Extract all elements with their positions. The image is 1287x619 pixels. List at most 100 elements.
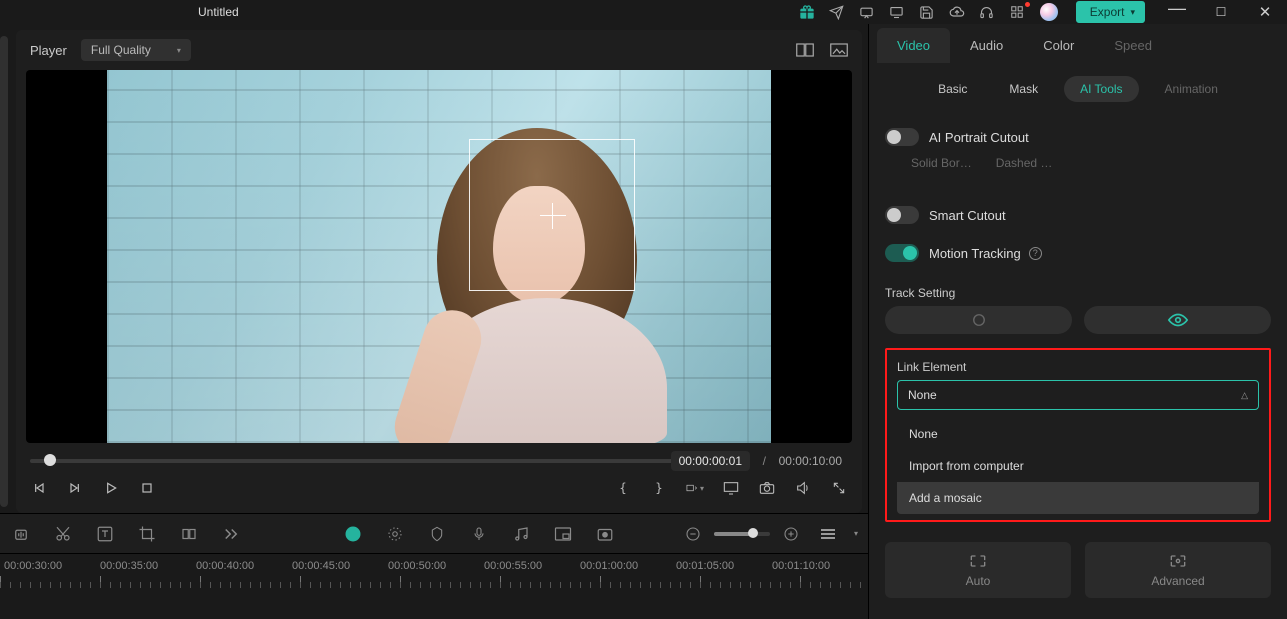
- window-controls: — ☐ ✕: [1155, 0, 1287, 24]
- player-header: Player Full Quality ▾: [16, 30, 862, 70]
- minimize-button[interactable]: —: [1155, 0, 1199, 20]
- zoom-slider[interactable]: [714, 532, 770, 536]
- inspector-tabs: Video Audio Color Speed: [869, 24, 1287, 66]
- tab-video[interactable]: Video: [877, 28, 950, 63]
- time-current[interactable]: 00:00:00:01: [671, 451, 750, 471]
- zoom-in-icon[interactable]: [780, 523, 802, 545]
- save-icon[interactable]: [912, 0, 942, 24]
- crop-icon[interactable]: [136, 523, 158, 545]
- row-smart-cutout: Smart Cutout: [885, 196, 1271, 234]
- toggle-smart-cutout[interactable]: [885, 206, 919, 224]
- pip-icon[interactable]: [552, 523, 574, 545]
- maximize-button[interactable]: ☐: [1199, 0, 1243, 24]
- display-icon[interactable]: [722, 479, 740, 497]
- chevron-down-icon[interactable]: ▾: [854, 529, 858, 538]
- play-icon[interactable]: [102, 479, 120, 497]
- effects-icon[interactable]: [384, 523, 406, 545]
- clip-mode-icon[interactable]: ▾: [686, 479, 704, 497]
- seek-bar[interactable]: 00:00:00:01 / 00:00:10:00: [30, 451, 848, 469]
- gift-icon[interactable]: [792, 0, 822, 24]
- timeline-zoom: ▾: [682, 522, 858, 546]
- message-icon[interactable]: [852, 0, 882, 24]
- option-add-mosaic[interactable]: Add a mosaic: [897, 482, 1259, 514]
- compare-grid-icon[interactable]: [796, 43, 814, 57]
- crosshair-h: [540, 215, 566, 216]
- ai-enhance-icon[interactable]: [342, 523, 364, 545]
- zoom-out-icon[interactable]: [682, 523, 704, 545]
- time-total: 00:00:10:00: [779, 454, 842, 468]
- ruler-mark: 00:01:05:00: [676, 560, 772, 572]
- ruler-mark: 00:01:10:00: [772, 560, 868, 572]
- snapshot-frame-icon[interactable]: [830, 43, 848, 57]
- ruler-mark: 00:00:50:00: [388, 560, 484, 572]
- subtab-animation[interactable]: Animation: [1149, 76, 1234, 102]
- zoom-knob[interactable]: [748, 528, 758, 538]
- record-icon[interactable]: [594, 523, 616, 545]
- cloud-icon[interactable]: [942, 0, 972, 24]
- track-list-icon[interactable]: [816, 522, 840, 546]
- text-icon[interactable]: [94, 523, 116, 545]
- apps-grid-icon[interactable]: [1002, 0, 1032, 24]
- left-gutter[interactable]: [0, 36, 8, 507]
- monitor-icon[interactable]: [882, 0, 912, 24]
- mark-in-icon[interactable]: {: [614, 479, 632, 497]
- chevron-down-icon: ▾: [177, 46, 181, 55]
- layout-icon[interactable]: [178, 523, 200, 545]
- fullscreen-icon[interactable]: [830, 479, 848, 497]
- stop-icon[interactable]: [138, 479, 156, 497]
- option-import[interactable]: Import from computer: [897, 450, 1259, 482]
- tab-audio[interactable]: Audio: [950, 28, 1023, 63]
- label-link-element: Link Element: [897, 360, 1259, 374]
- option-none[interactable]: None: [897, 418, 1259, 450]
- label-ai-portrait: AI Portrait Cutout: [929, 130, 1029, 145]
- marker-icon[interactable]: [426, 523, 448, 545]
- link-element-value: None: [908, 388, 937, 402]
- opt-dashed-border[interactable]: Dashed …: [996, 156, 1053, 170]
- subtab-basic[interactable]: Basic: [922, 76, 983, 102]
- ai-tools-body: AI Portrait Cutout Solid Bor… Dashed … S…: [869, 112, 1287, 522]
- mark-out-icon[interactable]: }: [650, 479, 668, 497]
- advanced-track-button[interactable]: Advanced: [1085, 542, 1271, 598]
- seg-eye-shape[interactable]: [1084, 306, 1271, 334]
- inspector-panel: Video Audio Color Speed Basic Mask AI To…: [868, 24, 1287, 619]
- chevron-down-icon: ▾: [1130, 7, 1135, 18]
- ruler-mark: 00:00:40:00: [196, 560, 292, 572]
- timeline-toolbar: ▾: [0, 513, 868, 553]
- headphones-icon[interactable]: [972, 0, 1002, 24]
- transport-area: 00:00:00:01 / 00:00:10:00 {: [16, 443, 862, 513]
- opt-solid-border[interactable]: Solid Bor…: [911, 156, 972, 170]
- time-separator: /: [763, 454, 766, 468]
- label-motion-tracking: Motion Tracking: [929, 246, 1021, 261]
- more-tools-icon[interactable]: [220, 523, 242, 545]
- toggle-ai-portrait[interactable]: [885, 128, 919, 146]
- cut-icon[interactable]: [52, 523, 74, 545]
- tab-color[interactable]: Color: [1023, 28, 1094, 63]
- auto-track-button[interactable]: Auto: [885, 542, 1071, 598]
- user-avatar[interactable]: [1040, 3, 1058, 21]
- subtab-ai-tools[interactable]: AI Tools: [1064, 76, 1138, 102]
- voiceover-icon[interactable]: [10, 523, 32, 545]
- camera-icon[interactable]: [758, 479, 776, 497]
- link-element-options: None Import from computer Add a mosaic: [897, 418, 1259, 514]
- preview-canvas[interactable]: [26, 70, 852, 443]
- subtab-mask[interactable]: Mask: [993, 76, 1054, 102]
- step-forward-icon[interactable]: [66, 479, 84, 497]
- send-icon[interactable]: [822, 0, 852, 24]
- volume-icon[interactable]: [794, 479, 812, 497]
- info-icon[interactable]: ?: [1029, 247, 1042, 260]
- export-button[interactable]: Export ▾: [1076, 1, 1145, 23]
- link-element-dropdown[interactable]: None △: [897, 380, 1259, 410]
- video-subtabs: Basic Mask AI Tools Animation: [869, 66, 1287, 112]
- tab-speed[interactable]: Speed: [1094, 28, 1172, 63]
- music-icon[interactable]: [510, 523, 532, 545]
- mic-icon[interactable]: [468, 523, 490, 545]
- toggle-motion-tracking[interactable]: [885, 244, 919, 262]
- close-button[interactable]: ✕: [1243, 0, 1287, 24]
- step-back-icon[interactable]: [30, 479, 48, 497]
- tracking-rectangle[interactable]: [469, 139, 635, 291]
- timeline-ruler[interactable]: 00:00:30:0000:00:35:0000:00:40:0000:00:4…: [0, 553, 868, 598]
- quality-dropdown[interactable]: Full Quality ▾: [81, 39, 191, 61]
- seek-handle[interactable]: [44, 454, 56, 466]
- left-pane: Player Full Quality ▾: [0, 24, 868, 619]
- seg-circle-shape[interactable]: [885, 306, 1072, 334]
